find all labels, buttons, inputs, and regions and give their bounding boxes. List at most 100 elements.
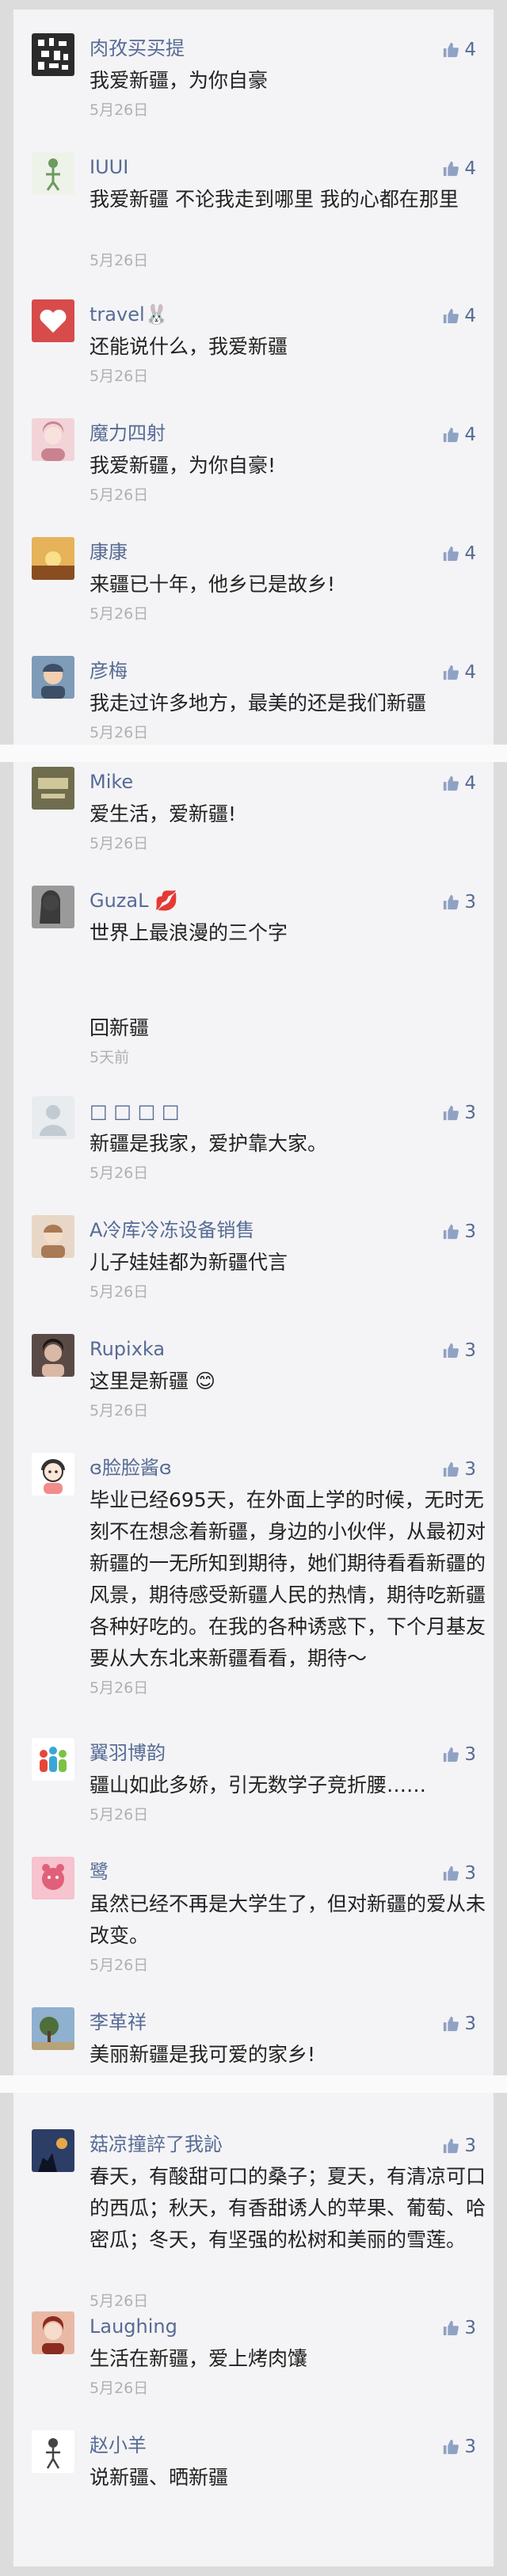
comment-text: 新疆是我家，爱护靠大家。	[90, 1132, 328, 1155]
comment-nickname[interactable]: 菇凉撞誶了我訫	[90, 2132, 223, 2156]
avatar[interactable]	[32, 656, 74, 699]
comment-text: 我爱新疆，为你自豪!	[90, 454, 276, 477]
like-count: 3	[464, 1221, 476, 1242]
avatar[interactable]	[32, 537, 74, 580]
comment-nickname[interactable]: IUUI	[90, 155, 128, 179]
comment-text: 爱生活，爱新疆!	[90, 802, 237, 825]
section-divider	[0, 745, 507, 762]
comment-nickname[interactable]: 康康	[90, 540, 128, 564]
logo-people-icon	[32, 1738, 74, 1781]
like-count: 4	[464, 40, 476, 60]
comment-date: 5月26日	[90, 368, 149, 385]
like-button[interactable]: 3	[442, 1103, 476, 1125]
comment-text: 我走过许多地方，最美的还是我们新疆	[90, 692, 427, 714]
like-button[interactable]: 4	[442, 306, 476, 328]
avatar[interactable]	[32, 1453, 74, 1496]
comment-nickname[interactable]: 魔力四射	[90, 421, 166, 445]
comment-date: 5月26日	[90, 2292, 149, 2310]
comment-nickname[interactable]: 李革祥	[90, 2010, 147, 2034]
sketch-figure-icon	[32, 2430, 74, 2473]
heart-card-icon	[32, 299, 74, 342]
like-button[interactable]: 3	[442, 1459, 476, 1481]
comment-nickname[interactable]: 赵小羊	[90, 2433, 147, 2457]
comment-nickname[interactable]: A冷库冷冻设备销售	[90, 1218, 254, 1242]
comment-date: 5月26日	[90, 1283, 149, 1301]
avatar[interactable]	[32, 886, 74, 928]
avatar[interactable]	[32, 2129, 74, 2172]
comment-nickname[interactable]: GuzaL 💋	[90, 889, 178, 913]
default-user-icon	[32, 1096, 74, 1139]
avatar[interactable]	[32, 299, 74, 342]
like-button[interactable]: 3	[442, 2136, 476, 2158]
comment-date: 5月26日	[90, 605, 149, 623]
like-button[interactable]: 4	[442, 40, 476, 62]
like-count: 4	[464, 773, 476, 794]
comment-date: 5月26日	[90, 1402, 149, 1419]
thumbs-up-icon	[444, 2138, 459, 2154]
avatar[interactable]	[32, 1738, 74, 1781]
like-button[interactable]: 3	[442, 2437, 476, 2459]
like-button[interactable]: 3	[442, 1744, 476, 1766]
like-button[interactable]: 4	[442, 662, 476, 684]
banner-photo-icon	[32, 767, 74, 810]
comment-nickname[interactable]: 彦梅	[90, 659, 128, 683]
comment-text: 毕业已经695天，在外面上学的时候，无时无刻不在想念着新疆，身边的小伙伴，从最初…	[90, 1488, 486, 1670]
like-button[interactable]: 3	[442, 2014, 476, 2036]
like-count: 3	[464, 2437, 476, 2457]
thumbs-up-icon	[444, 2320, 459, 2336]
avatar[interactable]	[32, 1215, 74, 1258]
comment-nickname[interactable]: Mike	[90, 770, 133, 794]
avatar[interactable]	[32, 152, 74, 195]
avatar[interactable]	[32, 418, 74, 461]
comment-nickname[interactable]: travel🐰	[90, 303, 169, 326]
baby-photo-icon	[32, 1215, 74, 1258]
comment-text: 说新疆、晒新疆	[90, 2466, 229, 2489]
thumbs-up-icon	[444, 161, 459, 177]
comment-nickname[interactable]: Laughing	[90, 2315, 177, 2338]
comment-date: 5月26日	[90, 101, 149, 119]
like-button[interactable]: 3	[442, 1863, 476, 1885]
avatar[interactable]	[32, 2007, 74, 2050]
comment-nickname[interactable]: 鹭	[90, 1860, 109, 1884]
comment-nickname[interactable]: 肉孜买买提	[90, 36, 185, 60]
like-count: 3	[464, 1103, 476, 1123]
red-hair-girl-icon	[32, 2311, 74, 2354]
comment-date: 5月26日	[90, 1164, 149, 1182]
comment-nickname[interactable]: □ □ □ □	[90, 1099, 180, 1123]
comment-text: 世界上最浪漫的三个字 回新疆	[90, 921, 288, 1039]
avatar[interactable]	[32, 2430, 74, 2473]
comment-text: 来疆已十年，他乡已是故乡!	[90, 573, 336, 596]
like-button[interactable]: 4	[442, 425, 476, 447]
comment-nickname[interactable]: Rupixka	[90, 1337, 165, 1361]
comment-nickname[interactable]: ɞ脸脸酱ɞ	[90, 1456, 172, 1480]
thumbs-up-icon	[444, 775, 459, 791]
avatar[interactable]	[32, 1857, 74, 1900]
thumbs-up-icon	[444, 1105, 459, 1121]
like-button[interactable]: 3	[442, 1340, 476, 1362]
avatar[interactable]	[32, 33, 74, 76]
avatar[interactable]	[32, 1096, 74, 1139]
like-button[interactable]: 3	[442, 2318, 476, 2340]
like-count: 3	[464, 2014, 476, 2034]
comment-text: 还能说什么，我爱新疆	[90, 335, 288, 358]
thumbs-up-icon	[444, 2439, 459, 2455]
avatar[interactable]	[32, 1334, 74, 1377]
like-button[interactable]: 4	[442, 773, 476, 795]
comment-text: 春天，有酸甜可口的桑子；夏天，有清凉可口的西瓜；秋天，有香甜诱人的苹果、葡萄、哈…	[90, 2165, 486, 2251]
avatar[interactable]	[32, 767, 74, 810]
avatar[interactable]	[32, 2311, 74, 2354]
like-button[interactable]: 3	[442, 892, 476, 914]
silhouette-photo-icon	[32, 2129, 74, 2172]
sunset-photo-icon	[32, 537, 74, 580]
thumbs-up-icon	[444, 894, 459, 910]
like-button[interactable]: 4	[442, 543, 476, 566]
figure-icon	[32, 152, 74, 195]
like-count: 4	[464, 158, 476, 179]
comment-nickname[interactable]: 翼羽博韵	[90, 1741, 166, 1765]
like-button[interactable]: 3	[442, 1221, 476, 1244]
comments-page: 肉孜买买提 我爱新疆，为你自豪 5月26日 4 IUUI 我爱新疆 不论我走到哪…	[0, 0, 507, 2576]
thumbs-up-icon	[444, 1747, 459, 1762]
like-button[interactable]: 4	[442, 158, 476, 181]
pink-toy-icon	[32, 1857, 74, 1900]
comment-card: 菇凉撞誶了我訫 春天，有酸甜可口的桑子；夏天，有清凉可口的西瓜；秋天，有香甜诱人…	[13, 2093, 494, 2566]
